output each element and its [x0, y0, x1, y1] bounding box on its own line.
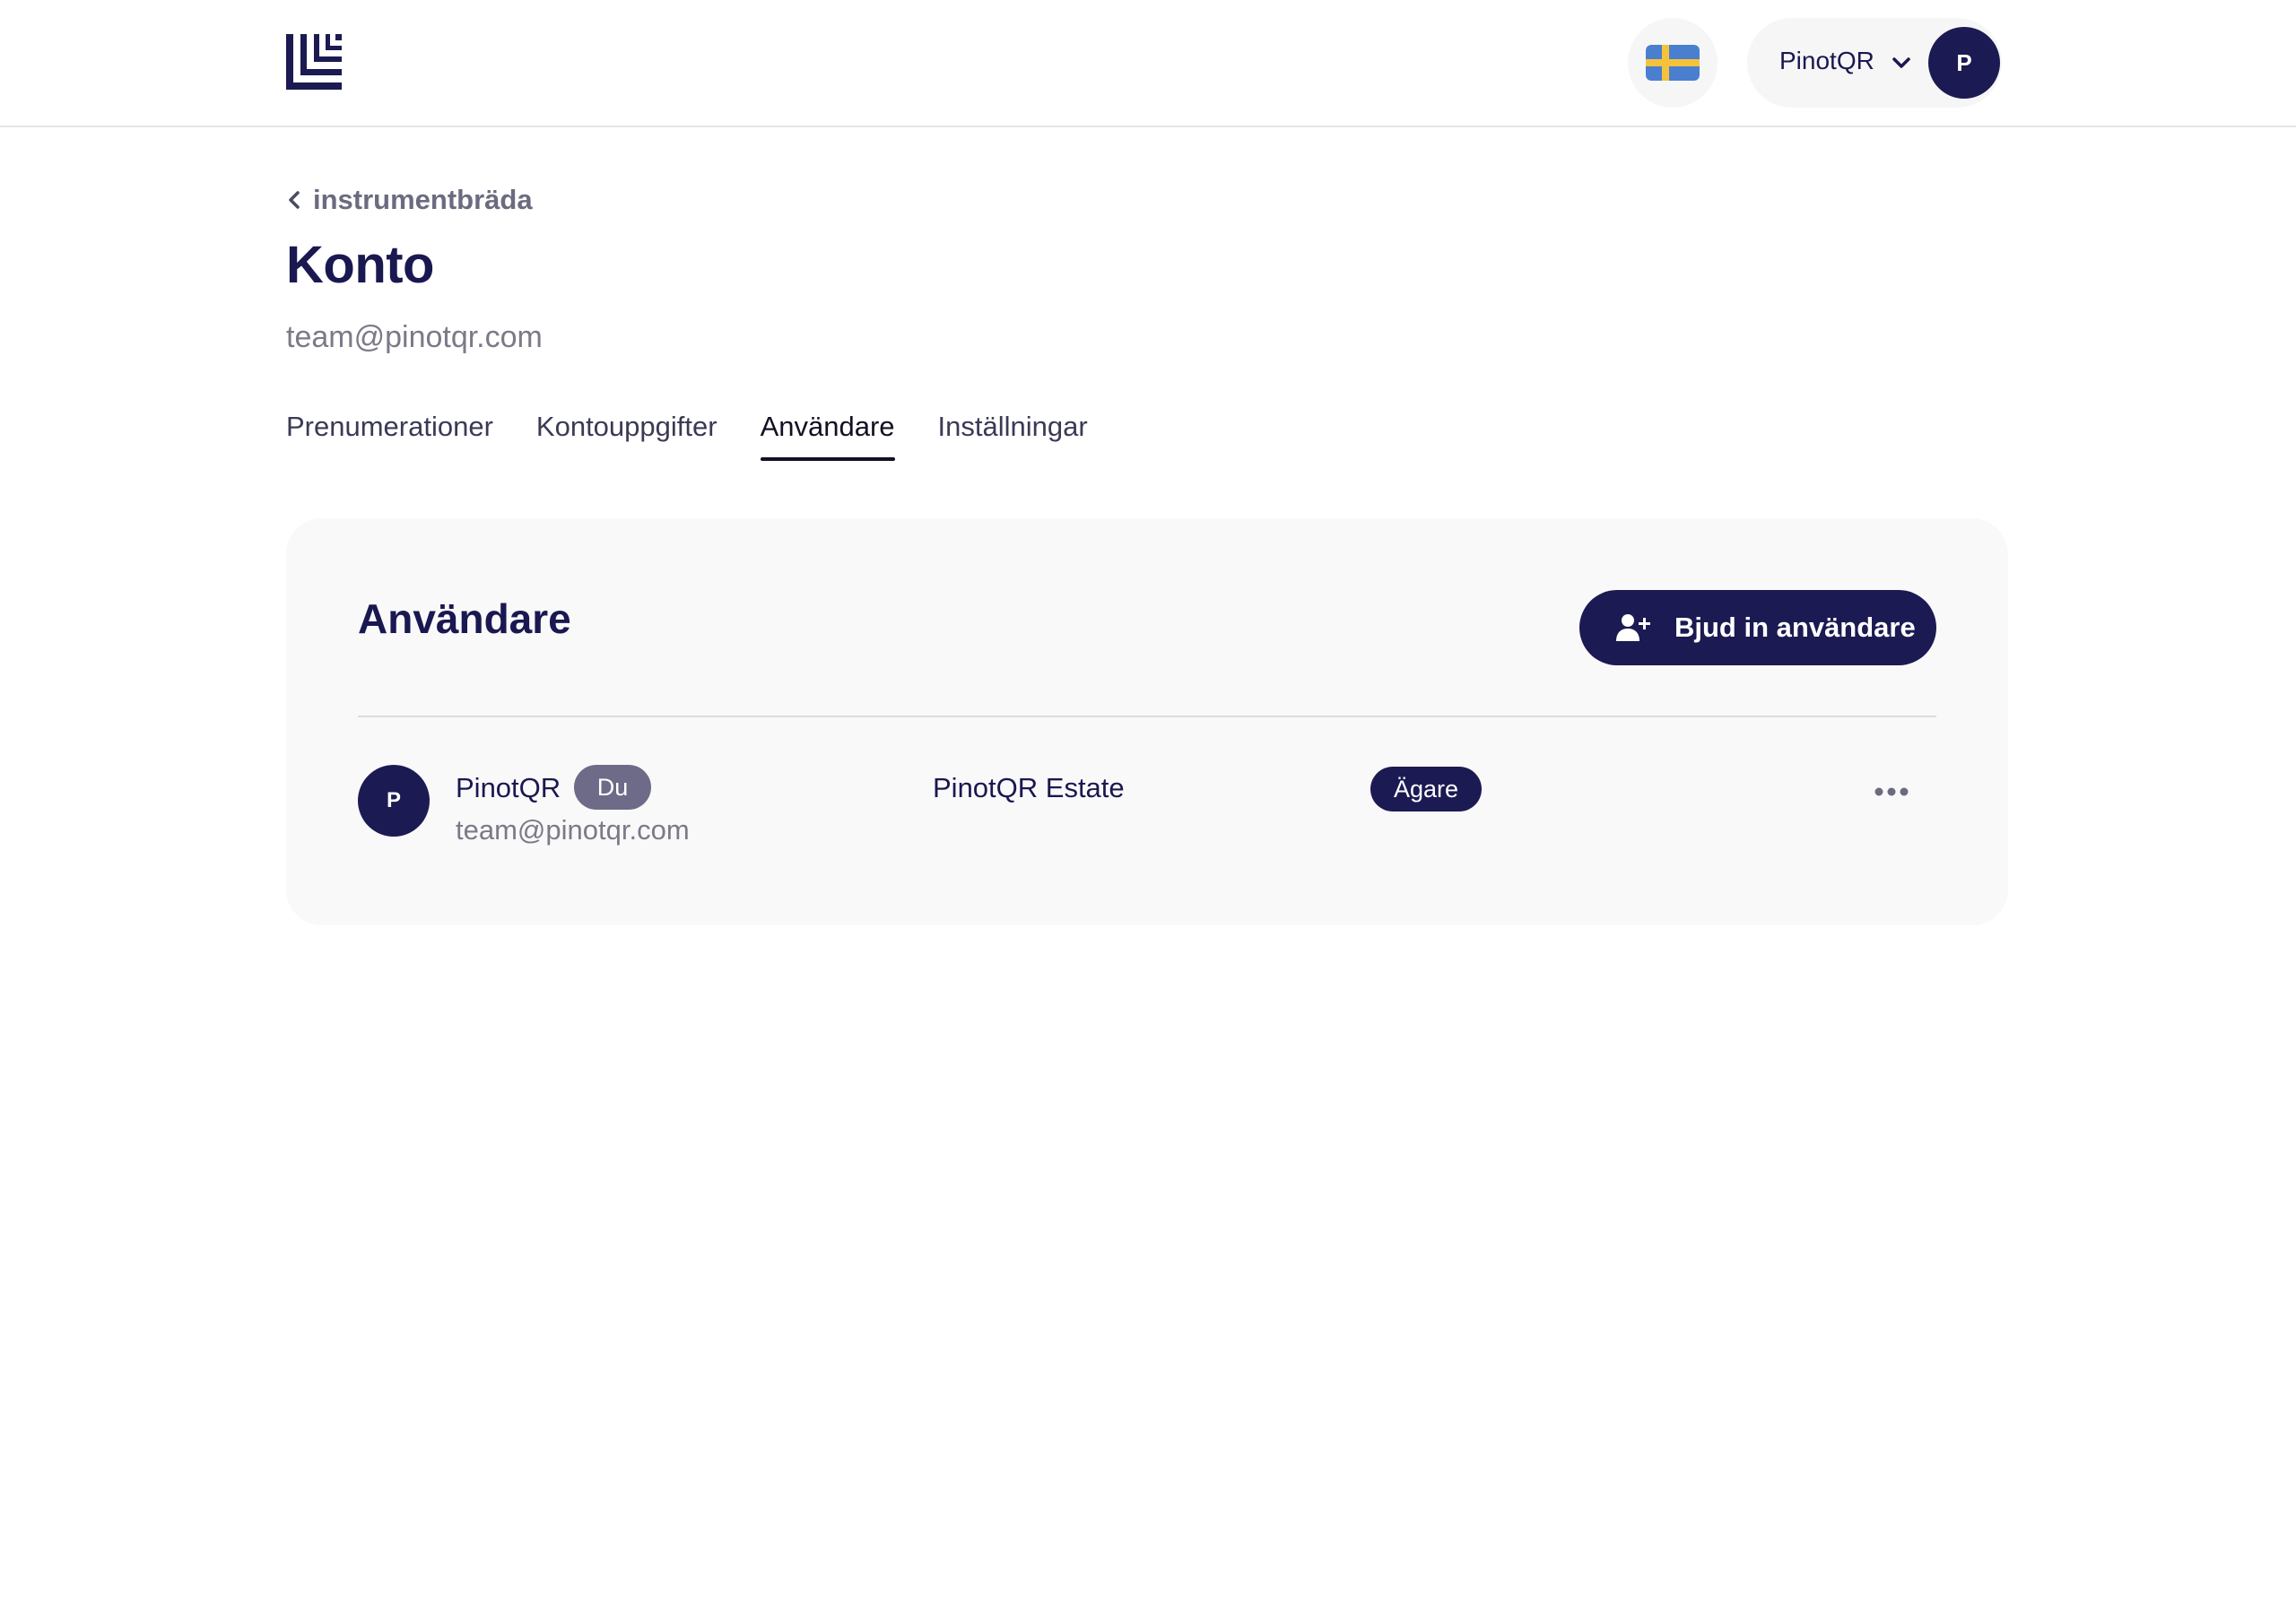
users-card: Användare Bjud in användare P PinotQR Du…	[286, 518, 2008, 925]
role-badge: Ägare	[1370, 767, 1482, 811]
chevron-left-icon	[289, 191, 300, 209]
more-horizontal-icon	[1874, 787, 1909, 796]
user-name: PinotQR	[456, 772, 561, 803]
user-organization: PinotQR Estate	[933, 772, 1125, 803]
you-badge: Du	[574, 765, 651, 810]
invite-user-button[interactable]: Bjud in användare	[1579, 590, 1936, 665]
page-title: Konto	[286, 236, 435, 294]
tab-users[interactable]: Användare	[760, 411, 895, 461]
row-actions-button[interactable]	[1865, 774, 1918, 810]
table-row: P PinotQR Du team@pinotqr.com PinotQR Es…	[358, 765, 1936, 863]
tab-bar: Prenumerationer Kontouppgifter Användare…	[286, 411, 1131, 461]
breadcrumb-label: instrumentbräda	[313, 184, 533, 215]
breadcrumb[interactable]: instrumentbräda	[286, 184, 533, 216]
user-menu-button[interactable]: PinotQR P	[1747, 18, 2002, 108]
top-header: PinotQR P	[0, 0, 2296, 127]
avatar: P	[1928, 27, 2000, 99]
user-plus-icon	[1616, 614, 1650, 641]
divider	[358, 716, 1936, 717]
tab-settings[interactable]: Inställningar	[938, 411, 1088, 461]
tab-account-details[interactable]: Kontouppgifter	[536, 411, 718, 461]
tab-subscriptions[interactable]: Prenumerationer	[286, 411, 493, 461]
chevron-down-icon	[1892, 57, 1910, 68]
brand-logo-icon[interactable]	[286, 34, 342, 90]
sweden-flag-icon	[1646, 45, 1700, 81]
user-menu-name: PinotQR	[1779, 47, 1874, 74]
invite-user-label: Bjud in användare	[1674, 612, 1916, 643]
user-email: team@pinotqr.com	[456, 814, 690, 846]
language-selector-button[interactable]	[1628, 18, 1718, 108]
users-card-title: Användare	[358, 595, 571, 642]
account-email: team@pinotqr.com	[286, 320, 543, 354]
avatar: P	[358, 765, 430, 837]
